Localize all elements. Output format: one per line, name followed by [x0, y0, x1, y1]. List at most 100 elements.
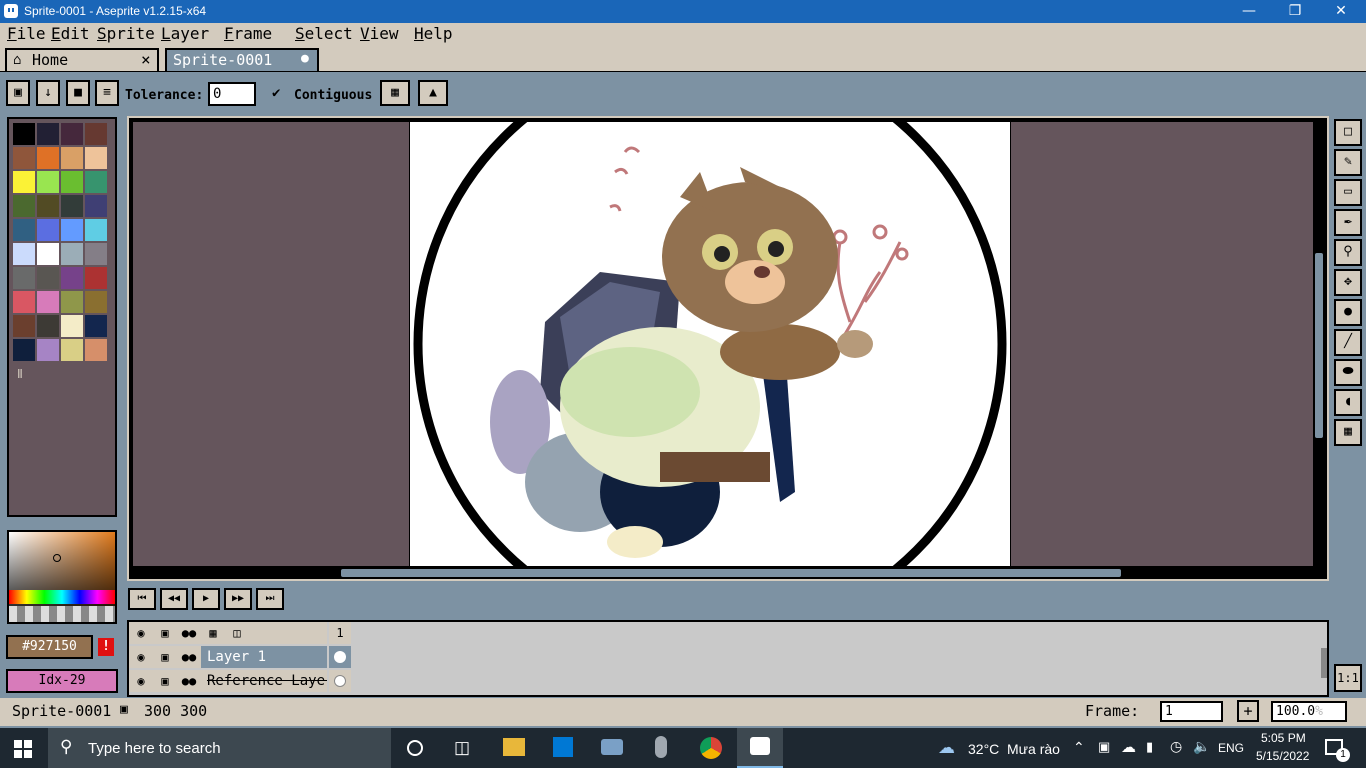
tab-home[interactable]: ⌂ Home ×	[5, 48, 159, 71]
cortana-icon[interactable]	[407, 740, 423, 756]
color-spectrum[interactable]	[7, 530, 117, 624]
palette-swatch[interactable]	[61, 123, 83, 145]
restore-button[interactable]: ❐	[1272, 0, 1318, 23]
palette-swatch[interactable]	[61, 171, 83, 193]
hue-slider[interactable]	[9, 590, 115, 604]
frame-input[interactable]	[1160, 701, 1223, 722]
timeline-scrollbar[interactable]	[1321, 648, 1327, 678]
cel-reference-layer[interactable]	[329, 670, 351, 692]
stop-icon[interactable]: ■	[66, 80, 90, 106]
pixel-connectivity-icon[interactable]: ▦	[380, 80, 410, 106]
background-color-button[interactable]: Idx-29	[6, 669, 118, 693]
foreground-color-button[interactable]: #927150	[6, 635, 93, 659]
aseprite-taskbar-button[interactable]	[737, 728, 783, 768]
move-icon[interactable]: ✥	[1334, 269, 1362, 296]
tab-sprite-0001[interactable]: Sprite-0001 ●	[165, 48, 319, 71]
palette-swatch[interactable]	[85, 339, 107, 361]
palette-swatch[interactable]	[85, 195, 107, 217]
play-icon[interactable]: ▶	[192, 588, 220, 610]
pencil-icon[interactable]: ✎	[1334, 149, 1362, 176]
palette-swatch[interactable]	[61, 267, 83, 289]
palette-swatch[interactable]	[13, 243, 35, 265]
voice-recorder-icon[interactable]	[655, 736, 667, 758]
lock-icon[interactable]: ▣	[153, 622, 177, 644]
next-frame-icon[interactable]: ▶▶	[224, 588, 252, 610]
menu-file[interactable]: File	[7, 24, 46, 43]
continuous-icon[interactable]: ●●	[177, 646, 201, 668]
palette-swatch[interactable]	[61, 339, 83, 361]
minimize-button[interactable]: —	[1226, 0, 1272, 23]
palette-swatch[interactable]	[61, 243, 83, 265]
warning-icon[interactable]: !	[98, 638, 114, 656]
palette-swatch[interactable]	[61, 315, 83, 337]
zoom-reset-button[interactable]: 1:1	[1334, 664, 1362, 692]
zoom-field[interactable]: 100.0%	[1271, 701, 1347, 722]
palette-swatch[interactable]	[37, 123, 59, 145]
palette-swatch[interactable]	[13, 267, 35, 289]
menu-layer[interactable]: Layer	[161, 24, 209, 43]
alpha-slider[interactable]	[9, 606, 115, 622]
ellipse-icon[interactable]: ⬬	[1334, 359, 1362, 386]
palette-swatch[interactable]	[13, 171, 35, 193]
taskbar-search-box[interactable]: ⚲ Type here to search	[48, 728, 391, 768]
palette-swatch[interactable]	[13, 219, 35, 241]
palette-swatch[interactable]	[61, 147, 83, 169]
palette-swatch[interactable]	[13, 339, 35, 361]
palette-options-icon[interactable]: Ⅱ	[17, 367, 23, 381]
sprite-editor[interactable]	[127, 116, 1329, 581]
palette-swatch[interactable]	[85, 243, 107, 265]
eyedropper-icon[interactable]: ✒	[1334, 209, 1362, 236]
lock-icon[interactable]: ▣	[153, 670, 177, 692]
continuous-icon[interactable]: ●●	[177, 670, 201, 692]
palette-swatch[interactable]	[13, 195, 35, 217]
weather-description[interactable]: Mưa rào	[1007, 741, 1060, 757]
add-frame-button[interactable]: +	[1237, 700, 1259, 722]
palette-swatch[interactable]	[85, 123, 107, 145]
language-indicator[interactable]: ENG	[1218, 741, 1244, 755]
palette-swatch[interactable]	[61, 195, 83, 217]
visibility-eye-icon[interactable]: ◉	[129, 670, 153, 692]
windows-start-icon[interactable]	[14, 740, 32, 758]
unsaved-dot-icon[interactable]: ●	[301, 51, 309, 66]
menu-select[interactable]: Select	[295, 24, 353, 43]
onion-skin-icon[interactable]: ▦	[201, 622, 225, 644]
continuous-icon[interactable]: ●●	[177, 622, 201, 644]
palette-swatch[interactable]	[85, 147, 107, 169]
vertical-scrollbar[interactable]	[1315, 253, 1323, 438]
palette-swatch[interactable]	[85, 171, 107, 193]
layer-name[interactable]: Layer 1	[201, 646, 327, 668]
lock-icon[interactable]: ▣	[6, 80, 30, 106]
rectangular-marquee-icon[interactable]: □	[1334, 119, 1362, 146]
palette-swatch[interactable]	[37, 315, 59, 337]
palette-swatch[interactable]	[13, 147, 35, 169]
previous-frame-icon[interactable]: ◀◀	[160, 588, 188, 610]
palette-swatch[interactable]	[37, 267, 59, 289]
meet-now-icon[interactable]: ▣	[1098, 739, 1110, 755]
palette-swatch[interactable]	[13, 291, 35, 313]
layer-name[interactable]: Reference Layer	[201, 670, 327, 692]
sprite-canvas[interactable]	[410, 122, 1010, 566]
paint-bucket-icon[interactable]: ●	[1334, 299, 1362, 326]
volume-icon[interactable]: 🔈	[1193, 738, 1210, 755]
palette-swatch[interactable]	[37, 171, 59, 193]
palette-swatch[interactable]	[61, 219, 83, 241]
menu-help[interactable]: Help	[414, 24, 453, 43]
menu-lines-icon[interactable]: ≡	[95, 80, 119, 106]
visibility-eye-icon[interactable]: ◉	[129, 646, 153, 668]
tolerance-input[interactable]	[208, 82, 256, 106]
close-window-button[interactable]: ✕	[1318, 0, 1364, 23]
palette-swatch[interactable]	[85, 267, 107, 289]
zoom-icon[interactable]: ⚲	[1334, 239, 1362, 266]
menu-edit[interactable]: Edit	[51, 24, 90, 43]
tab-close-icon[interactable]: ×	[141, 50, 151, 69]
palette-swatch[interactable]	[37, 291, 59, 313]
palette-swatch[interactable]	[61, 291, 83, 313]
line-icon[interactable]: ╱	[1334, 329, 1362, 356]
frame-header-1[interactable]: 1	[329, 622, 351, 644]
palette-swatch[interactable]	[85, 291, 107, 313]
layer-row[interactable]: ◉ ▣ ●● Layer 1	[129, 646, 327, 668]
weather-temperature[interactable]: 32°C	[968, 741, 999, 757]
camera-icon[interactable]	[601, 739, 623, 755]
palette-swatch[interactable]	[85, 315, 107, 337]
onedrive-cloud-icon[interactable]: ☁	[1121, 738, 1136, 756]
